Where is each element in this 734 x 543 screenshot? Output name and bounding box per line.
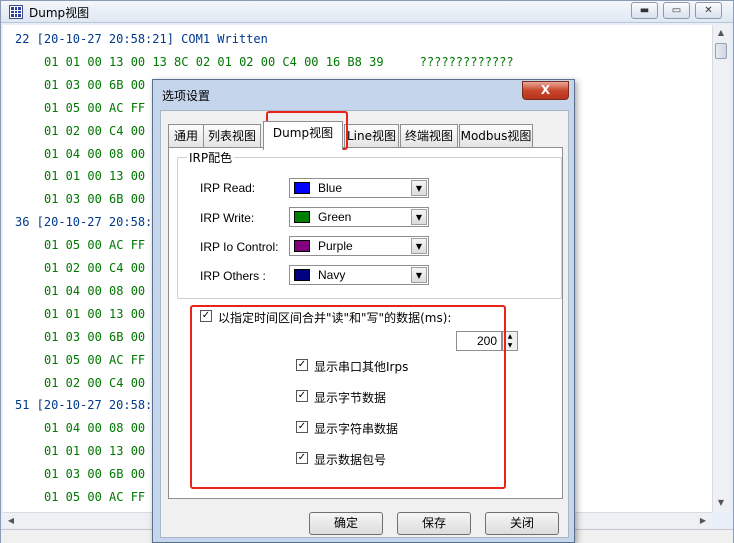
log-line: 01 05 00 AC FF 0 [44,352,160,367]
irp-others-color-select[interactable]: Navy ▼ [289,265,429,285]
save-button[interactable]: 保存 [397,512,471,535]
scroll-down-icon[interactable]: ▼ [713,495,729,511]
irp-color-group: IRP配色 IRP Read: Blue ▼ IRP Write: Green … [177,149,562,299]
chevron-down-icon[interactable]: ▼ [411,267,427,283]
color-value: Blue [318,181,343,195]
scroll-right-icon[interactable]: ▶ [695,513,711,529]
log-line: 01 01 00 13 00 1 [44,444,160,459]
log-line: 01 02 00 C4 00 1 [44,261,160,275]
close-icon: X [540,83,551,97]
dialog-body: 通用 列表视图 Dump视图 Line视图 终端视图 Modbus视图 IRP配… [160,110,569,538]
minimize-icon: ▬ [639,5,650,16]
window-title: Dump视图 [29,6,90,20]
log-line: 01 01 00 13 00 13 8C 02 01 02 00 C4 00 1… [44,54,514,69]
irp-io-control-label: IRP Io Control: [200,240,279,254]
close-button[interactable]: ✕ [695,2,722,19]
close-dialog-button[interactable]: 关闭 [485,512,559,535]
tab-list-view[interactable]: 列表视图 [203,124,261,148]
log-line: 01 03 00 6B 00 0 [44,467,160,482]
dialog-close-button[interactable]: X [522,81,569,100]
show-byte-data-label: 显示字节数据 [314,391,387,405]
log-line: 01 03 00 6B 00 0 [44,329,160,344]
dialog-title: 选项设置 [162,89,211,103]
color-swatch [294,182,310,194]
irp-read-label: IRP Read: [200,181,256,195]
show-packet-number-label: 显示数据包号 [314,453,387,467]
tab-terminal-view[interactable]: 终端视图 [400,124,458,148]
log-line: 36 [20-10-27 20:58:2 [15,215,160,230]
log-line: 01 05 00 AC FF 0 [44,238,160,253]
merge-interval-spinner[interactable]: ▲ ▼ [502,331,518,351]
log-line: 01 03 00 6B 00 0 [44,77,160,92]
group-label: IRP配色 [187,149,235,166]
tab-general[interactable]: 通用 [168,124,204,148]
show-byte-data-checkbox[interactable]: ✓ [296,390,308,402]
log-line: 01 04 00 08 00 0 [44,283,160,298]
vertical-scrollbar[interactable]: ▲ ▼ [712,25,729,512]
color-swatch [294,269,310,281]
irp-write-color-select[interactable]: Green ▼ [289,207,429,227]
log-line: 01 05 00 AC FF 0 [44,100,160,115]
show-other-irps-checkbox[interactable]: ✓ [296,359,308,371]
log-line: 51 [20-10-27 20:58:2 [15,398,160,413]
maximize-icon: ▭ [671,5,682,16]
irp-write-label: IRP Write: [200,211,255,225]
show-packet-number-checkbox[interactable]: ✓ [296,452,308,464]
chevron-down-icon[interactable]: ▼ [411,209,427,225]
options-dialog: 选项设置 X 通用 列表视图 Dump视图 Line视图 终端视图 Modbus… [152,79,575,543]
log-line: 22 [20-10-27 20:58:21] COM1 Written [15,32,268,46]
log-line: 01 01 00 13 00 1 [44,306,160,321]
color-value: Purple [318,239,353,253]
spin-up-icon[interactable]: ▲ [503,332,517,341]
maximize-button[interactable]: ▭ [663,2,690,19]
log-line: 01 04 00 08 00 0 [44,146,160,161]
tab-dump-view[interactable]: Dump视图 [263,121,343,150]
dump-view-panel: IRP配色 IRP Read: Blue ▼ IRP Write: Green … [168,147,563,499]
log-line: 01 02 00 C4 00 1 [44,123,160,138]
color-value: Navy [318,268,346,282]
chevron-down-icon[interactable]: ▼ [411,180,427,196]
irp-io-control-color-select[interactable]: Purple ▼ [289,236,429,256]
show-string-data-checkbox[interactable]: ✓ [296,421,308,433]
log-line: 01 02 00 C4 00 1 [44,375,160,390]
show-other-irps-label: 显示串口其他Irps [314,360,409,374]
log-line: 01 03 00 6B 00 0 [44,192,160,207]
scroll-thumb[interactable] [715,43,727,59]
chevron-down-icon[interactable]: ▼ [411,238,427,254]
log-line: 01 01 00 13 00 1 [44,169,160,184]
tab-modbus-view[interactable]: Modbus视图 [459,124,533,148]
irp-others-label: IRP Others : [200,269,266,283]
color-value: Green [318,210,352,224]
ok-button[interactable]: 确定 [309,512,383,535]
log-line: 01 04 00 08 00 0 [44,421,160,436]
minimize-button[interactable]: ▬ [631,2,658,19]
color-swatch [294,240,310,252]
dump-options-area: ✓ 以指定时间区间合并"读"和"写"的数据(ms): 200 ▲ ▼ ✓ 显示串… [177,303,562,495]
tab-line-view[interactable]: Line视图 [344,124,399,148]
close-icon: ✕ [704,5,713,16]
merge-interval-input[interactable]: 200 [456,331,502,351]
irp-read-color-select[interactable]: Blue ▼ [289,178,429,198]
log-line: 01 05 00 AC FF 0 [44,490,160,504]
title-bar: Dump视图 ▬ ▭ ✕ [1,1,733,23]
show-string-data-label: 显示字符串数据 [314,422,399,436]
scroll-left-icon[interactable]: ◀ [3,513,19,529]
color-swatch [294,211,310,223]
merge-read-write-label: 以指定时间区间合并"读"和"写"的数据(ms): [218,311,452,325]
merge-read-write-checkbox[interactable]: ✓ [200,310,212,322]
spin-down-icon[interactable]: ▼ [503,341,517,350]
app-grid-icon [9,5,23,19]
scroll-up-icon[interactable]: ▲ [713,25,729,41]
